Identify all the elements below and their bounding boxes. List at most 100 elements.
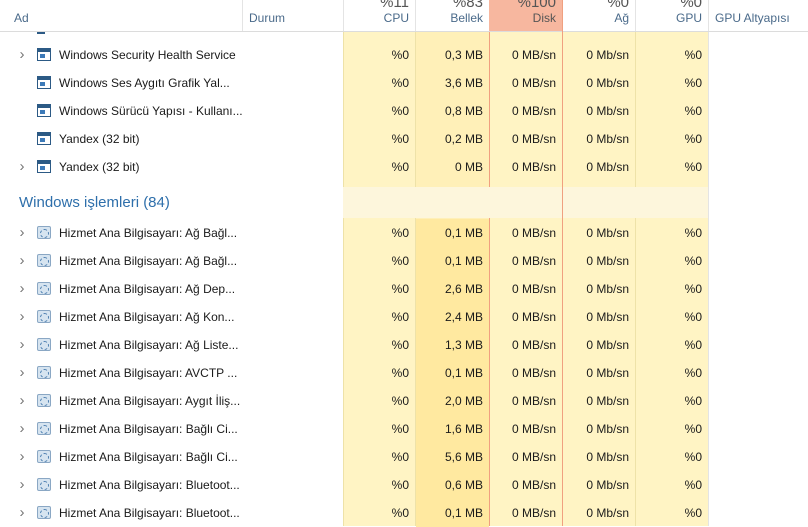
- group-title: Windows işlemleri (84): [19, 194, 170, 211]
- header-cpu-percent: %11: [380, 0, 409, 11]
- network-value: 0 Mb/sn: [586, 366, 629, 380]
- process-name: Hizmet Ana Bilgisayarı: Ağ Kon...: [59, 310, 235, 324]
- gear-icon: [37, 506, 51, 519]
- gpu-value: %0: [684, 338, 702, 352]
- disk-value: 0 MB/sn: [511, 450, 556, 464]
- chevron-right-icon[interactable]: ›: [16, 281, 28, 296]
- chevron-right-icon[interactable]: ›: [16, 477, 28, 492]
- disk-value: 0 MB/sn: [511, 132, 556, 146]
- network-value: 0 Mb/sn: [586, 254, 629, 268]
- process-row[interactable]: › Hizmet Ana Bilgisayarı: Bluetoot... %0 0,…: [0, 471, 808, 499]
- process-row[interactable]: › Hizmet Ana Bilgisayarı: Ağ Bağl... %0 0,1…: [0, 247, 808, 275]
- chevron-right-icon[interactable]: ›: [16, 337, 28, 352]
- gpu-value: %0: [684, 132, 702, 146]
- windows-processes-group[interactable]: Windows işlemleri (84): [0, 187, 808, 218]
- process-row[interactable]: › Yandex (32 bit) %0 0 MB 0 MB/sn 0 Mb/sn %0: [0, 153, 808, 181]
- cpu-value: %0: [391, 104, 409, 118]
- disk-value: 0 MB/sn: [511, 254, 556, 268]
- process-row[interactable]: › Hizmet Ana Bilgisayarı: Aygıt İliş... %0…: [0, 387, 808, 415]
- chevron-right-icon[interactable]: ›: [16, 421, 28, 436]
- process-row[interactable]: › Hizmet Ana Bilgisayarı: Ağ Dep... %0 2,6 …: [0, 275, 808, 303]
- process-row[interactable]: › Hizmet Ana Bilgisayarı: Ağ Bağl... %0 0,1…: [0, 219, 808, 247]
- memory-value: 0,1 MB: [444, 366, 483, 380]
- memory-value: 1,3 MB: [444, 338, 483, 352]
- header-network[interactable]: %0 Ağ: [562, 0, 635, 31]
- cpu-value: %0: [391, 338, 409, 352]
- process-row[interactable]: › Hizmet Ana Bilgisayarı: Bağlı Ci... %0 5,…: [0, 443, 808, 471]
- gpu-value: %0: [684, 366, 702, 380]
- gear-icon: [37, 310, 51, 323]
- window-icon: [37, 48, 51, 61]
- cpu-value: %0: [391, 226, 409, 240]
- chevron-right-icon[interactable]: ›: [16, 505, 28, 520]
- header-network-percent: %0: [607, 0, 629, 11]
- gpu-value: %0: [684, 160, 702, 174]
- header-status[interactable]: Durum: [242, 0, 343, 31]
- process-row[interactable]: › Hizmet Ana Bilgisayarı: AVCTP ... %0 0,1 …: [0, 359, 808, 387]
- header-memory[interactable]: %83 Bellek: [415, 0, 489, 31]
- header-disk[interactable]: %100 Disk: [489, 0, 562, 31]
- chevron-right-icon[interactable]: ›: [16, 159, 28, 174]
- process-name: Hizmet Ana Bilgisayarı: Bağlı Ci...: [59, 450, 238, 464]
- chevron-right-icon[interactable]: ›: [16, 253, 28, 268]
- gear-icon: [37, 282, 51, 295]
- process-name: Windows Ses Aygıtı Grafik Yal...: [59, 76, 230, 90]
- network-value: 0 Mb/sn: [586, 310, 629, 324]
- header-cpu[interactable]: %11 CPU: [343, 0, 415, 31]
- memory-value: 3,6 MB: [444, 76, 483, 90]
- network-value: 0 Mb/sn: [586, 506, 629, 520]
- chevron-right-icon[interactable]: ›: [16, 47, 28, 62]
- network-value: 0 Mb/sn: [586, 76, 629, 90]
- gpu-value: %0: [684, 254, 702, 268]
- process-name: Hizmet Ana Bilgisayarı: Bluetoot...: [59, 478, 240, 492]
- chevron-right-icon[interactable]: ›: [16, 393, 28, 408]
- chevron-right-icon[interactable]: ›: [16, 309, 28, 324]
- process-row[interactable]: Windows Ses Aygıtı Grafik Yal... %0 3,6 MB…: [0, 69, 808, 97]
- process-row[interactable]: › Hizmet Ana Bilgisayarı: Ağ Liste... %0 1,…: [0, 331, 808, 359]
- network-value: 0 Mb/sn: [586, 282, 629, 296]
- process-row[interactable]: › Windows Security Health Service %0 0,3 MB…: [0, 41, 808, 69]
- memory-value: 1,6 MB: [444, 422, 483, 436]
- gear-icon: [37, 422, 51, 435]
- chevron-right-icon[interactable]: ›: [16, 365, 28, 380]
- process-name: Hizmet Ana Bilgisayarı: Bluetoot...: [59, 506, 240, 520]
- gear-icon: [37, 338, 51, 351]
- gpu-value: %0: [684, 422, 702, 436]
- gear-icon: [37, 394, 51, 407]
- header-gpu-engine[interactable]: GPU Altyapısı: [708, 0, 808, 31]
- gpu-value: %0: [684, 310, 702, 324]
- cpu-value: %0: [391, 394, 409, 408]
- group-header-band: [343, 187, 708, 218]
- header-gpu[interactable]: %0 GPU: [635, 0, 708, 31]
- process-name: Hizmet Ana Bilgisayarı: AVCTP ...: [59, 366, 238, 380]
- process-row[interactable]: › Hizmet Ana Bilgisayarı: Ağ Kon... %0 2,4 …: [0, 303, 808, 331]
- window-icon: [37, 132, 51, 145]
- gear-icon: [37, 450, 51, 463]
- header-memory-percent: %83: [452, 0, 483, 11]
- process-row[interactable]: › Hizmet Ana Bilgisayarı: Bağlı Ci... %0 1,…: [0, 415, 808, 443]
- cpu-value: %0: [391, 366, 409, 380]
- chevron-right-icon[interactable]: ›: [16, 449, 28, 464]
- disk-value: 0 MB/sn: [511, 226, 556, 240]
- window-icon: [37, 160, 51, 173]
- memory-value: 0,1 MB: [444, 506, 483, 520]
- process-row[interactable]: Yandex (32 bit) %0 0,2 MB 0 MB/sn 0 Mb/sn %0: [0, 125, 808, 153]
- network-value: 0 Mb/sn: [586, 450, 629, 464]
- gpu-value: %0: [684, 506, 702, 520]
- network-value: 0 Mb/sn: [586, 338, 629, 352]
- memory-value: 2,0 MB: [444, 394, 483, 408]
- disk-value: 0 MB/sn: [511, 282, 556, 296]
- window-icon: [37, 76, 51, 89]
- memory-value: 2,4 MB: [444, 310, 483, 324]
- disk-value: 0 MB/sn: [511, 506, 556, 520]
- memory-value: 5,6 MB: [444, 450, 483, 464]
- process-row[interactable]: › Hizmet Ana Bilgisayarı: Bluetoot... %0 0,…: [0, 499, 808, 527]
- cpu-value: %0: [391, 506, 409, 520]
- gear-icon: [37, 226, 51, 239]
- header-cpu-label: CPU: [383, 11, 409, 25]
- header-memory-label: Bellek: [450, 11, 483, 25]
- header-name[interactable]: Ad: [0, 0, 242, 31]
- chevron-right-icon[interactable]: ›: [16, 225, 28, 240]
- process-row[interactable]: Windows Sürücü Yapısı - Kullanı... %0 0,8 …: [0, 97, 808, 125]
- network-value: 0 Mb/sn: [586, 48, 629, 62]
